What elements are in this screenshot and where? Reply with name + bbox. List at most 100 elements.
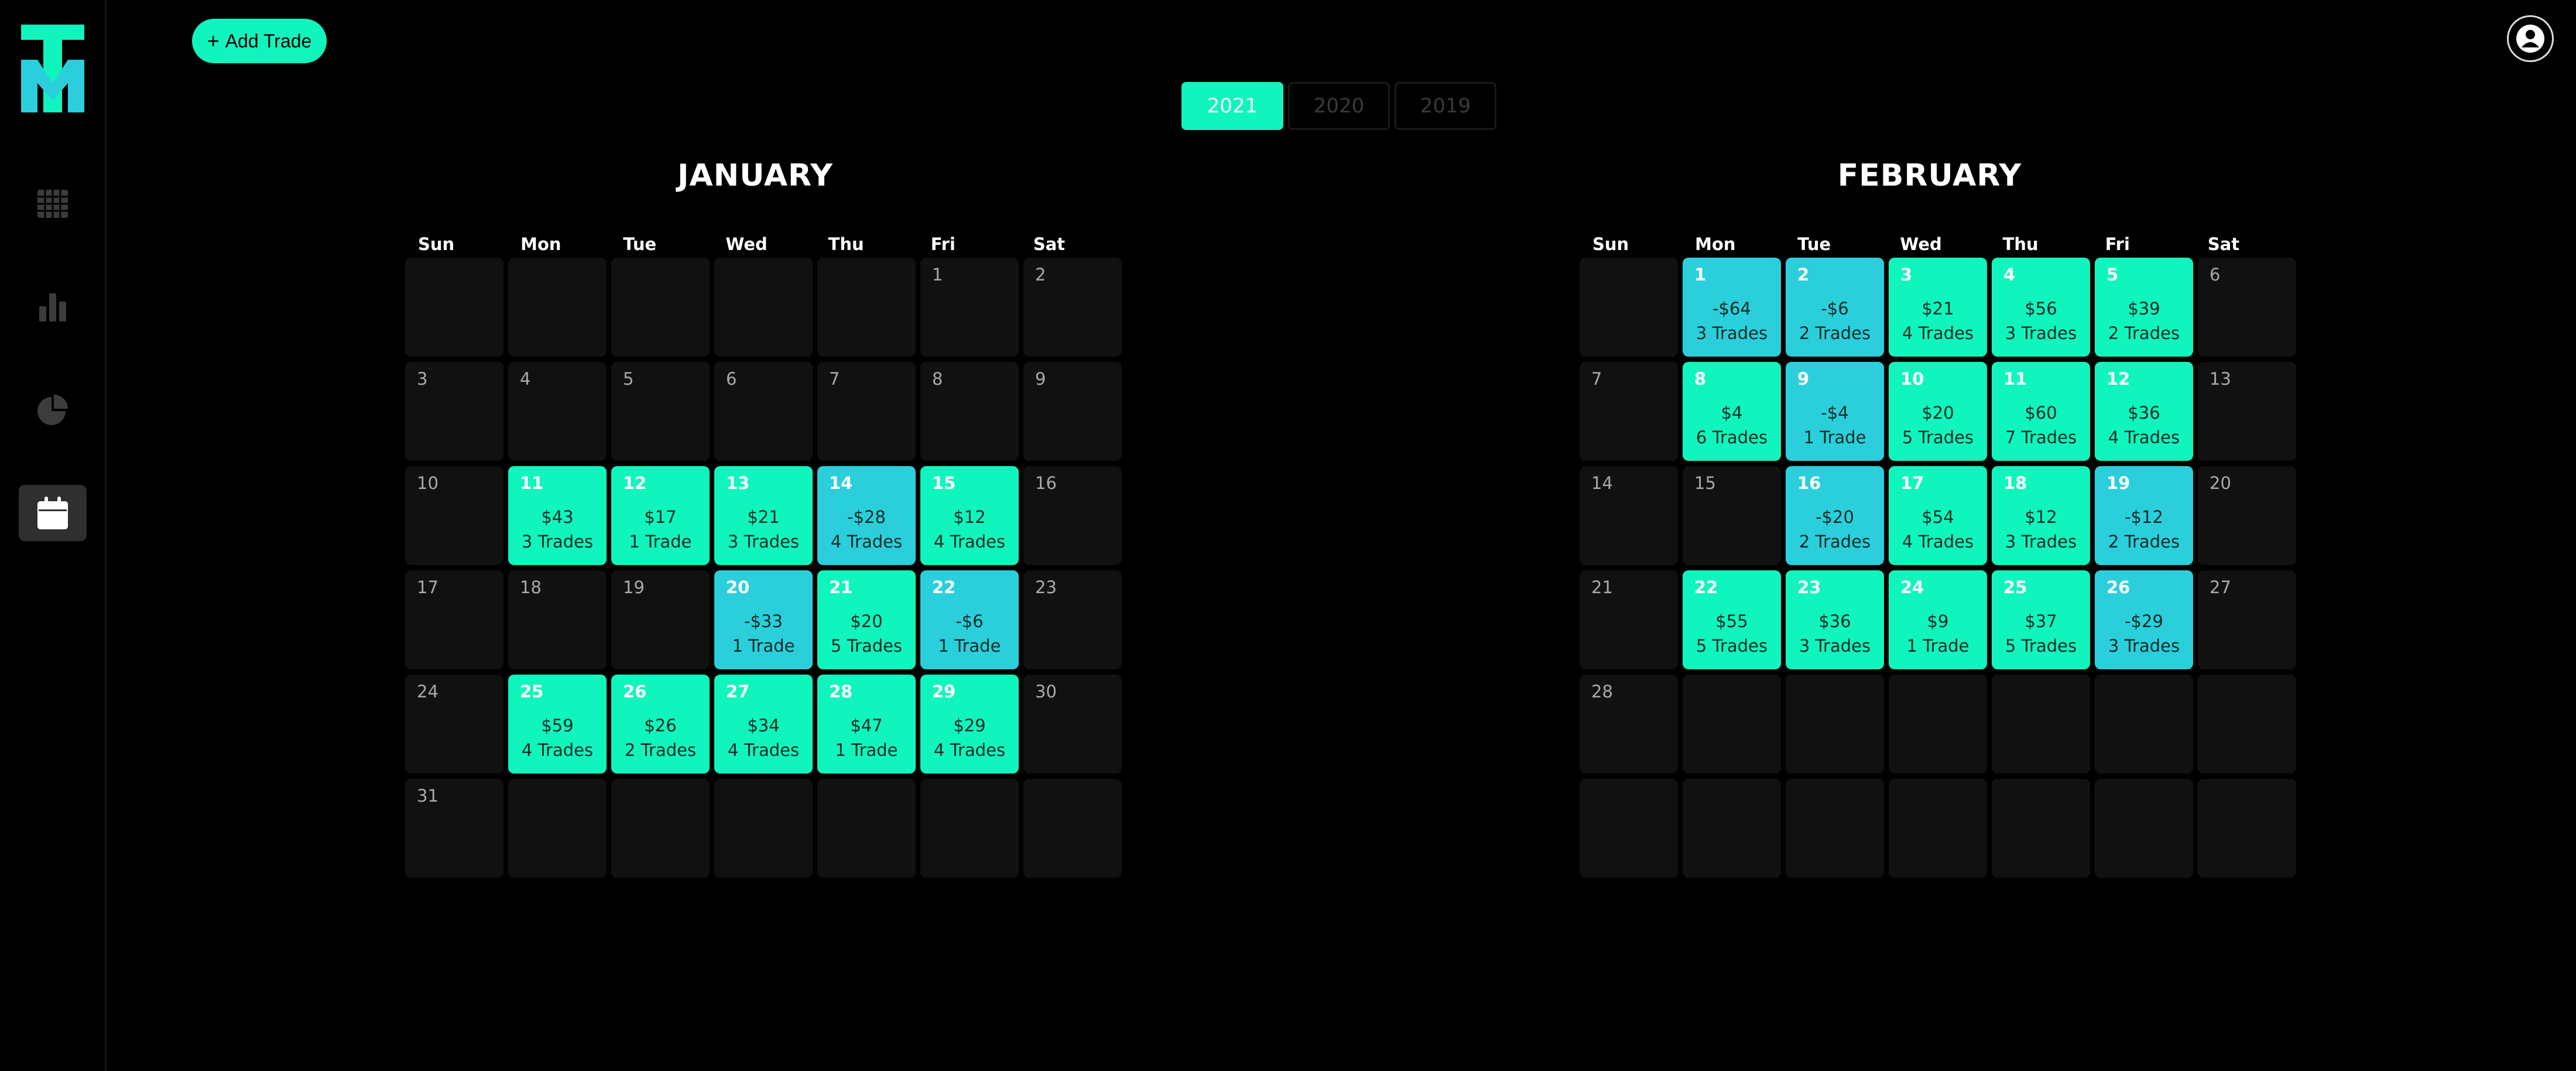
day-cell-13[interactable]: 13 $21 3 Trades xyxy=(714,466,813,565)
day-cell-25[interactable]: 25 $59 4 Trades xyxy=(508,675,607,774)
user-icon xyxy=(2516,25,2544,53)
day-cell-1[interactable]: 1 xyxy=(920,258,1019,357)
empty-day-cell xyxy=(611,779,710,878)
weekday-wed: Wed xyxy=(1900,234,1942,254)
day-cell-9[interactable]: 9 -$4 1 Trade xyxy=(1786,362,1884,461)
day-cell-25[interactable]: 25 $37 5 Trades xyxy=(1992,570,2090,669)
nav-calendar[interactable] xyxy=(19,485,87,541)
day-pnl: $21 xyxy=(747,507,780,527)
day-cell-5[interactable]: 5 $39 2 Trades xyxy=(2095,258,2193,357)
day-cell-12[interactable]: 12 $17 1 Trade xyxy=(611,466,710,565)
empty-day-cell xyxy=(714,779,813,878)
nav-dashboard[interactable] xyxy=(19,176,87,232)
day-cell-27[interactable]: 27 xyxy=(2198,570,2296,669)
empty-day-cell xyxy=(817,258,916,357)
day-cell-28[interactable]: 28 $47 1 Trade xyxy=(817,675,916,774)
day-cell-2[interactable]: 2 xyxy=(1023,258,1122,357)
pie-chart-icon xyxy=(37,395,68,425)
day-cell-22[interactable]: 22 $55 5 Trades xyxy=(1683,570,1781,669)
day-cell-9[interactable]: 9 xyxy=(1023,362,1122,461)
year-tab-2021[interactable]: 2021 xyxy=(1181,82,1283,130)
day-pnl: $43 xyxy=(541,507,574,527)
weekday-fri: Fri xyxy=(2105,234,2130,254)
day-cell-17[interactable]: 17 $54 4 Trades xyxy=(1889,466,1987,565)
day-cell-1[interactable]: 1 -$64 3 Trades xyxy=(1683,258,1781,357)
day-cell-14[interactable]: 14 -$28 4 Trades xyxy=(817,466,916,565)
day-cell-21[interactable]: 21 $20 5 Trades xyxy=(817,570,916,669)
year-tab-2019[interactable]: 2019 xyxy=(1395,82,1496,130)
day-cell-31[interactable]: 31 xyxy=(405,779,503,878)
day-cell-8[interactable]: 8 $4 6 Trades xyxy=(1683,362,1781,461)
calendar-icon xyxy=(37,497,68,529)
day-cell-7[interactable]: 7 xyxy=(1580,362,1678,461)
day-cell-11[interactable]: 11 $60 7 Trades xyxy=(1992,362,2090,461)
empty-day-cell xyxy=(1992,779,2090,878)
day-cell-12[interactable]: 12 $36 4 Trades xyxy=(2095,362,2193,461)
day-number: 14 xyxy=(829,473,853,493)
day-cell-5[interactable]: 5 xyxy=(611,362,710,461)
day-cell-24[interactable]: 24 xyxy=(405,675,503,774)
weekday-tue: Tue xyxy=(623,234,657,254)
day-number: 24 xyxy=(1900,577,1924,597)
day-number: 12 xyxy=(2106,369,2130,389)
day-pnl: -$6 xyxy=(955,611,984,631)
plus-icon: + xyxy=(207,29,220,53)
day-cell-11[interactable]: 11 $43 3 Trades xyxy=(508,466,607,565)
day-cell-18[interactable]: 18 xyxy=(508,570,607,669)
day-cell-3[interactable]: 3 $21 4 Trades xyxy=(1889,258,1987,357)
day-number: 2 xyxy=(1035,265,1046,285)
day-cell-14[interactable]: 14 xyxy=(1580,466,1678,565)
day-cell-6[interactable]: 6 xyxy=(2198,258,2296,357)
day-cell-30[interactable]: 30 xyxy=(1023,675,1122,774)
day-cell-4[interactable]: 4 $56 3 Trades xyxy=(1992,258,2090,357)
day-cell-19[interactable]: 19 xyxy=(611,570,710,669)
user-avatar[interactable] xyxy=(2507,15,2554,62)
nav-reports[interactable] xyxy=(19,279,87,335)
day-cell-3[interactable]: 3 xyxy=(405,362,503,461)
day-pnl: -$6 xyxy=(1821,299,1849,319)
day-cell-16[interactable]: 16 -$20 2 Trades xyxy=(1786,466,1884,565)
empty-day-cell xyxy=(611,258,710,357)
day-trade-count: 2 Trades xyxy=(2108,532,2180,552)
day-cell-29[interactable]: 29 $29 4 Trades xyxy=(920,675,1019,774)
day-pnl: $59 xyxy=(541,716,574,735)
day-cell-10[interactable]: 10 xyxy=(405,466,503,565)
app-logo[interactable] xyxy=(21,25,84,112)
day-cell-23[interactable]: 23 $36 3 Trades xyxy=(1786,570,1884,669)
day-cell-23[interactable]: 23 xyxy=(1023,570,1122,669)
day-number: 21 xyxy=(1591,577,1613,597)
day-cell-27[interactable]: 27 $34 4 Trades xyxy=(714,675,813,774)
day-number: 20 xyxy=(2210,473,2231,493)
day-pnl: $20 xyxy=(850,611,883,631)
year-tab-2020[interactable]: 2020 xyxy=(1288,82,1390,130)
day-cell-13[interactable]: 13 xyxy=(2198,362,2296,461)
day-cell-22[interactable]: 22 -$6 1 Trade xyxy=(920,570,1019,669)
day-cell-20[interactable]: 20 -$33 1 Trade xyxy=(714,570,813,669)
day-pnl: $4 xyxy=(1721,403,1743,423)
day-cell-20[interactable]: 20 xyxy=(2198,466,2296,565)
day-cell-28[interactable]: 28 xyxy=(1580,675,1678,774)
day-cell-10[interactable]: 10 $20 5 Trades xyxy=(1889,362,1987,461)
day-cell-4[interactable]: 4 xyxy=(508,362,607,461)
day-cell-7[interactable]: 7 xyxy=(817,362,916,461)
add-trade-button[interactable]: + Add Trade xyxy=(192,19,327,63)
day-number: 5 xyxy=(2106,265,2119,285)
empty-day-cell xyxy=(1786,675,1884,774)
day-cell-15[interactable]: 15 xyxy=(1683,466,1781,565)
day-number: 22 xyxy=(932,577,956,597)
day-cell-16[interactable]: 16 xyxy=(1023,466,1122,565)
day-number: 6 xyxy=(2210,265,2221,285)
day-cell-17[interactable]: 17 xyxy=(405,570,503,669)
day-number: 28 xyxy=(1591,682,1613,702)
day-cell-18[interactable]: 18 $12 3 Trades xyxy=(1992,466,2090,565)
day-cell-26[interactable]: 26 -$29 3 Trades xyxy=(2095,570,2193,669)
day-cell-6[interactable]: 6 xyxy=(714,362,813,461)
day-cell-19[interactable]: 19 -$12 2 Trades xyxy=(2095,466,2193,565)
day-cell-15[interactable]: 15 $12 4 Trades xyxy=(920,466,1019,565)
day-cell-24[interactable]: 24 $9 1 Trade xyxy=(1889,570,1987,669)
day-cell-8[interactable]: 8 xyxy=(920,362,1019,461)
nav-analytics[interactable] xyxy=(19,382,87,438)
day-cell-21[interactable]: 21 xyxy=(1580,570,1678,669)
day-cell-26[interactable]: 26 $26 2 Trades xyxy=(611,675,710,774)
day-cell-2[interactable]: 2 -$6 2 Trades xyxy=(1786,258,1884,357)
